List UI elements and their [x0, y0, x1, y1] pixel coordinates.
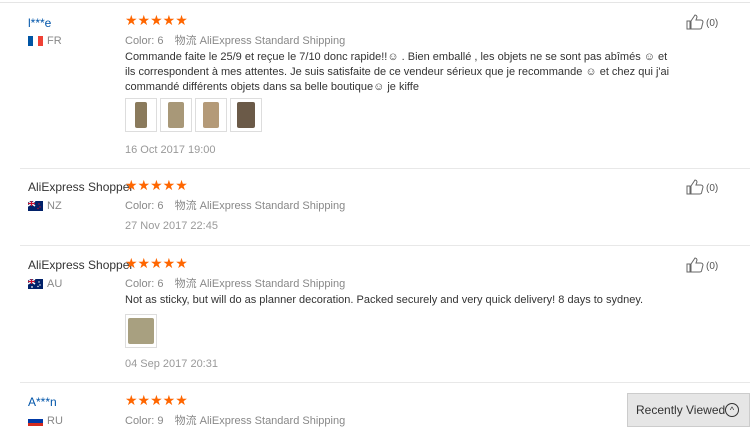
color-label: Color:	[125, 278, 155, 290]
recently-viewed-label: Recently Viewed	[636, 403, 726, 417]
review-date: 27 Nov 2017 22:45	[125, 220, 218, 232]
flag-icon	[28, 416, 43, 426]
shipping-value: AliExpress Standard Shipping	[199, 278, 346, 290]
chevron-up-icon: ^	[725, 403, 739, 417]
shipping-value: AliExpress Standard Shipping	[199, 200, 346, 212]
flag-icon	[28, 279, 43, 289]
review-text: Not as sticky, but will do as planner de…	[125, 294, 644, 306]
reviewer-country: AU	[47, 278, 63, 290]
color-value: 6	[157, 278, 164, 290]
thumbs-up-icon	[686, 257, 704, 276]
review-photos	[125, 314, 157, 348]
reviewer-name: AliExpress Shopper	[28, 180, 134, 194]
review-date: 04 Sep 2017 20:31	[125, 358, 218, 370]
flag-icon	[28, 36, 43, 46]
order-info: Color: 6 物流 AliExpress Standard Shipping	[125, 197, 345, 213]
order-info: Color: 6 物流 AliExpress Standard Shipping	[125, 275, 345, 291]
color-value: 6	[157, 200, 164, 212]
thumbs-up-icon	[686, 179, 704, 198]
star-rating: ★★★★★	[125, 12, 188, 28]
shipping-label: 物流	[174, 278, 197, 290]
reviewer-country: NZ	[47, 200, 62, 212]
review-photo[interactable]	[125, 314, 157, 348]
color-value: 6	[157, 35, 164, 47]
recently-viewed-button[interactable]: Recently Viewed ^	[627, 393, 750, 427]
star-rating: ★★★★★	[125, 177, 188, 193]
shipping-label: 物流	[174, 415, 197, 427]
color-label: Color:	[125, 415, 155, 427]
order-info: Color: 6 物流 AliExpress Standard Shipping	[125, 32, 345, 48]
divider	[20, 245, 750, 246]
like-count: (0)	[706, 183, 719, 194]
like-count: (0)	[706, 18, 719, 29]
reviewer-name: AliExpress Shopper	[28, 258, 134, 272]
review-date: 16 Oct 2017 19:00	[125, 144, 216, 156]
like-button[interactable]: (0)	[686, 179, 718, 198]
like-button[interactable]: (0)	[686, 257, 718, 276]
reviewer-country: RU	[47, 415, 63, 427]
top-divider	[0, 2, 750, 3]
like-button[interactable]: (0)	[686, 14, 718, 33]
divider	[20, 382, 750, 383]
reviewer-name[interactable]: l***e	[28, 16, 51, 30]
color-label: Color:	[125, 35, 155, 47]
thumbs-up-icon	[686, 14, 704, 33]
divider	[20, 168, 750, 169]
order-info: Color: 9 物流 AliExpress Standard Shipping	[125, 412, 345, 428]
shipping-value: AliExpress Standard Shipping	[199, 415, 346, 427]
color-label: Color:	[125, 200, 155, 212]
review-photos	[125, 98, 262, 132]
star-rating: ★★★★★	[125, 392, 188, 408]
review-photo[interactable]	[160, 98, 192, 132]
review-photo[interactable]	[125, 98, 157, 132]
flag-icon	[28, 201, 43, 211]
star-rating: ★★★★★	[125, 255, 188, 271]
review-text: Commande faite le 25/9 et reçue le 7/10 …	[125, 51, 670, 93]
reviewer-name[interactable]: A***n	[28, 395, 57, 409]
color-value: 9	[157, 415, 164, 427]
like-count: (0)	[706, 261, 719, 272]
shipping-label: 物流	[174, 200, 197, 212]
review-photo[interactable]	[195, 98, 227, 132]
shipping-label: 物流	[174, 35, 197, 47]
review-photo[interactable]	[230, 98, 262, 132]
shipping-value: AliExpress Standard Shipping	[199, 35, 346, 47]
reviewer-country: FR	[47, 35, 62, 47]
